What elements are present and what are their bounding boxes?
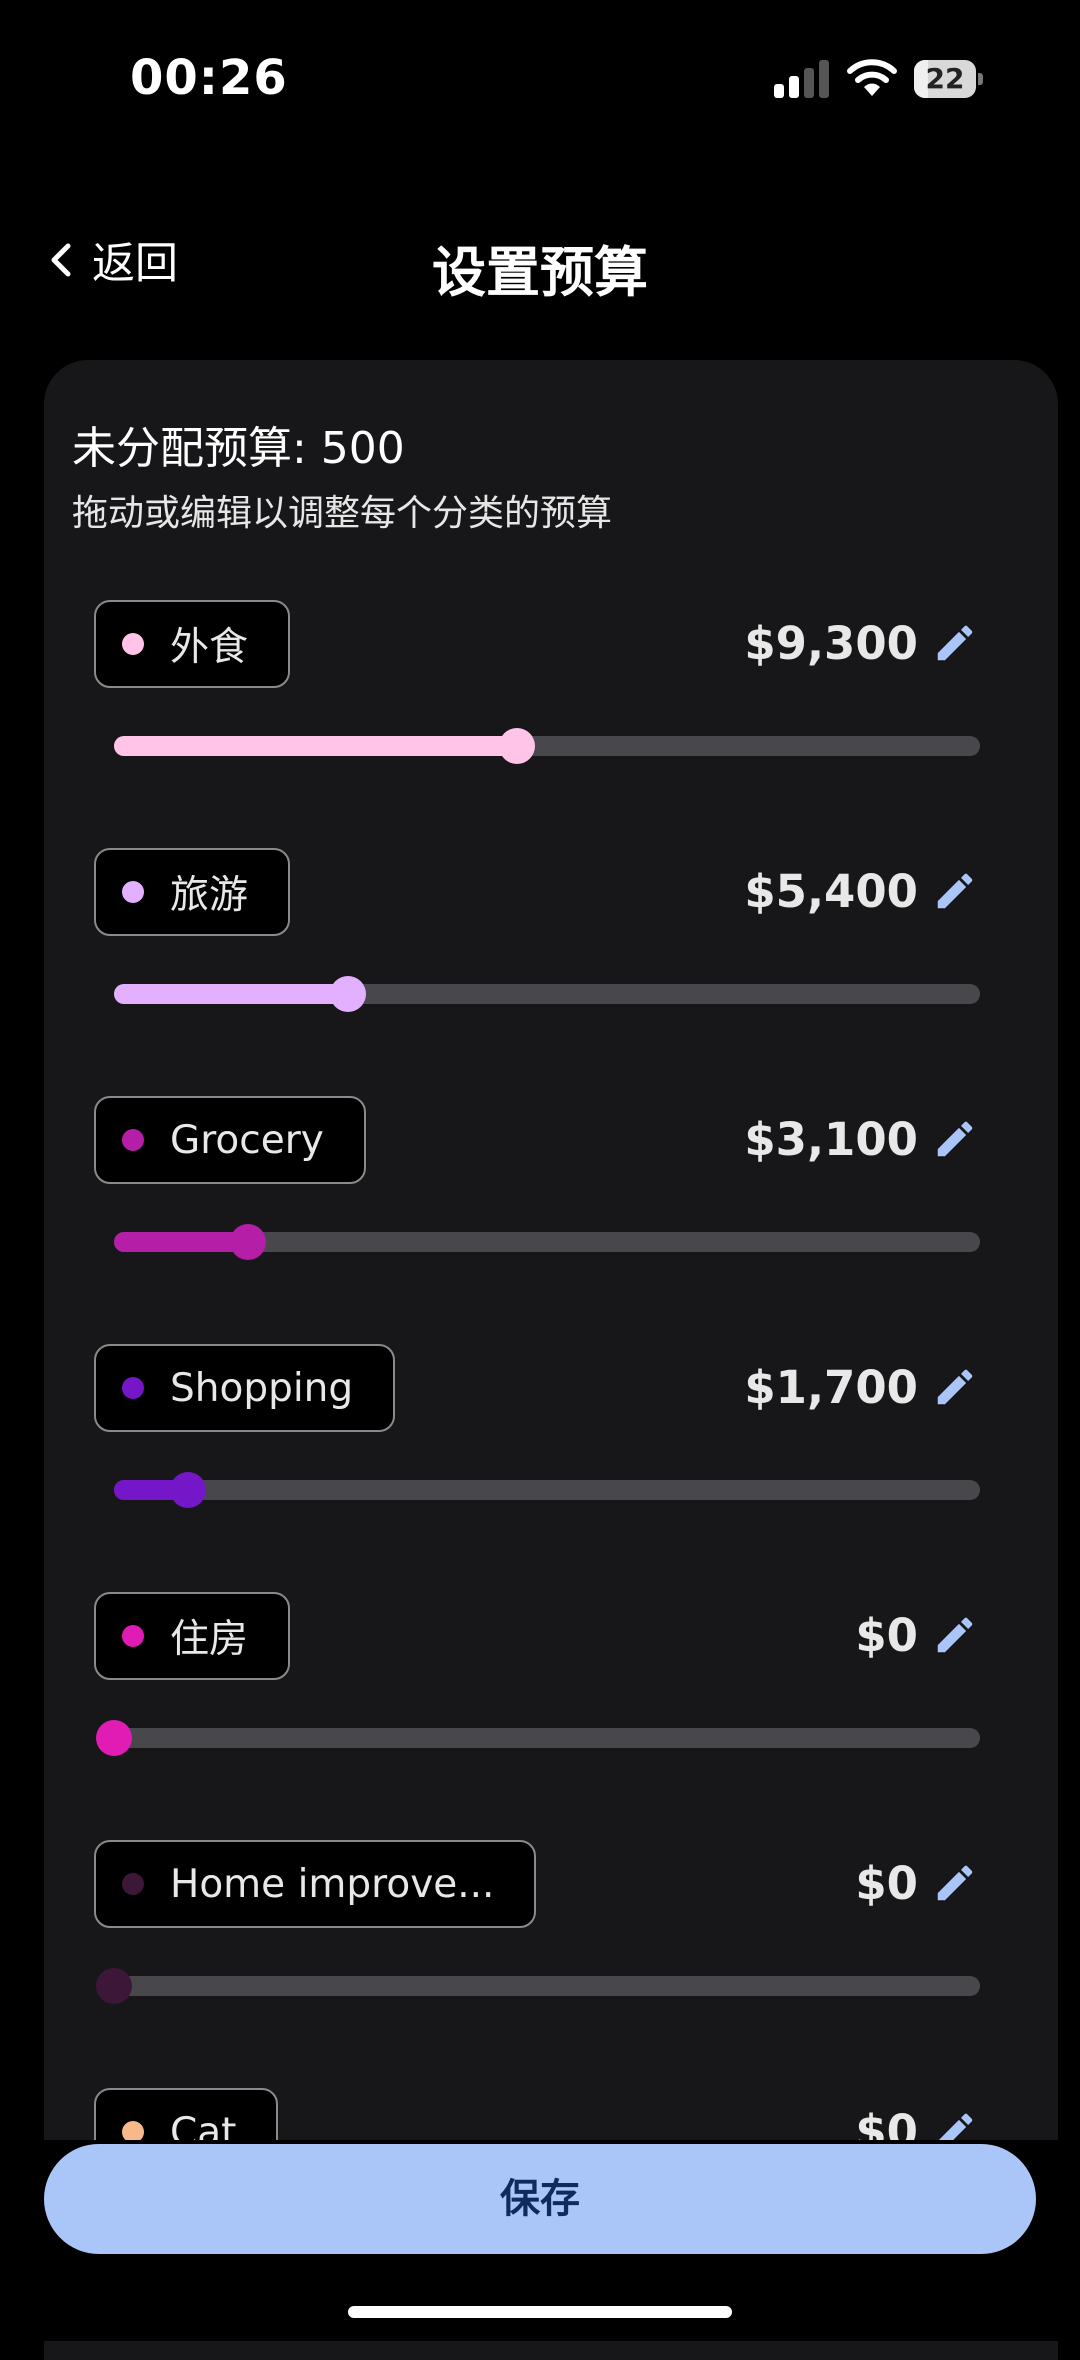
category-name: 住房 <box>170 1617 249 1662</box>
slider-thumb[interactable] <box>230 1224 266 1260</box>
budget-slider[interactable] <box>96 1720 980 1756</box>
save-button[interactable]: 保存 <box>44 2144 1036 2254</box>
category-row: Grocery $3,100 <box>44 1096 1058 1344</box>
budget-slider[interactable] <box>96 1968 980 2004</box>
category-chip[interactable]: 住房 <box>94 1592 291 1680</box>
nav-bar: 返回 设置预算 <box>0 210 1080 310</box>
page-title: 设置预算 <box>432 241 648 304</box>
edit-icon[interactable] <box>932 1116 978 1162</box>
slider-fill <box>114 736 517 756</box>
budget-slider[interactable] <box>114 728 980 764</box>
budget-hint: 拖动或编辑以调整每个分类的预算 <box>72 493 613 534</box>
category-amount: $9,300 <box>744 617 918 670</box>
category-amount: $5,400 <box>744 865 918 918</box>
category-name: 外食 <box>170 625 249 670</box>
home-indicator <box>348 2306 732 2318</box>
slider-thumb[interactable] <box>499 728 535 764</box>
battery-icon: 22 <box>914 60 984 98</box>
category-name: Home improve... <box>170 1861 495 1907</box>
category-row: 外食 $9,300 <box>44 600 1058 848</box>
category-row: Home improve... $0 <box>44 1840 1058 2088</box>
edit-icon[interactable] <box>932 620 978 666</box>
category-color-dot <box>122 1377 144 1399</box>
edit-icon[interactable] <box>932 1364 978 1410</box>
slider-thumb[interactable] <box>330 976 366 1012</box>
slider-fill <box>114 984 348 1004</box>
category-amount: $3,100 <box>744 1113 918 1166</box>
category-row: 旅游 $5,400 <box>44 848 1058 1096</box>
budget-slider[interactable] <box>114 1472 980 1508</box>
slider-fill <box>114 1232 248 1252</box>
category-amount: $0 <box>855 1857 918 1910</box>
status-time: 00:26 <box>130 50 288 106</box>
slider-thumb[interactable] <box>96 1720 132 1756</box>
battery-level: 22 <box>925 62 965 95</box>
status-bar: 00:26 22 <box>0 0 1080 160</box>
edit-icon[interactable] <box>932 1860 978 1906</box>
category-color-dot <box>122 881 144 903</box>
category-color-dot <box>122 1873 144 1895</box>
category-name: Shopping <box>170 1365 354 1411</box>
unallocated-budget: 未分配预算: 500 <box>72 423 405 474</box>
category-chip[interactable]: Grocery <box>94 1096 366 1184</box>
edit-icon[interactable] <box>932 868 978 914</box>
budget-card: 未分配预算: 500 拖动或编辑以调整每个分类的预算 外食 $9,300 旅游 $5,… <box>44 360 1058 2360</box>
category-color-dot <box>122 1129 144 1151</box>
category-color-dot <box>122 1625 144 1647</box>
cellular-signal-icon <box>774 60 830 98</box>
category-chip[interactable]: Shopping <box>94 1344 396 1432</box>
category-name: 旅游 <box>170 873 249 918</box>
category-row: 住房 $0 <box>44 1592 1058 1840</box>
category-name: Grocery <box>170 1117 324 1163</box>
slider-thumb[interactable] <box>96 1968 132 2004</box>
budget-slider[interactable] <box>114 976 980 1012</box>
category-chip[interactable]: 外食 <box>94 600 291 688</box>
edit-icon[interactable] <box>932 1612 978 1658</box>
category-amount: $0 <box>855 1609 918 1662</box>
category-chip[interactable]: 旅游 <box>94 848 291 936</box>
slider-thumb[interactable] <box>170 1472 206 1508</box>
category-row: Shopping $1,700 <box>44 1344 1058 1592</box>
category-color-dot <box>122 633 144 655</box>
budget-slider[interactable] <box>114 1224 980 1260</box>
category-amount: $1,700 <box>744 1361 918 1414</box>
wifi-icon <box>847 59 897 96</box>
category-chip[interactable]: Home improve... <box>94 1840 537 1928</box>
